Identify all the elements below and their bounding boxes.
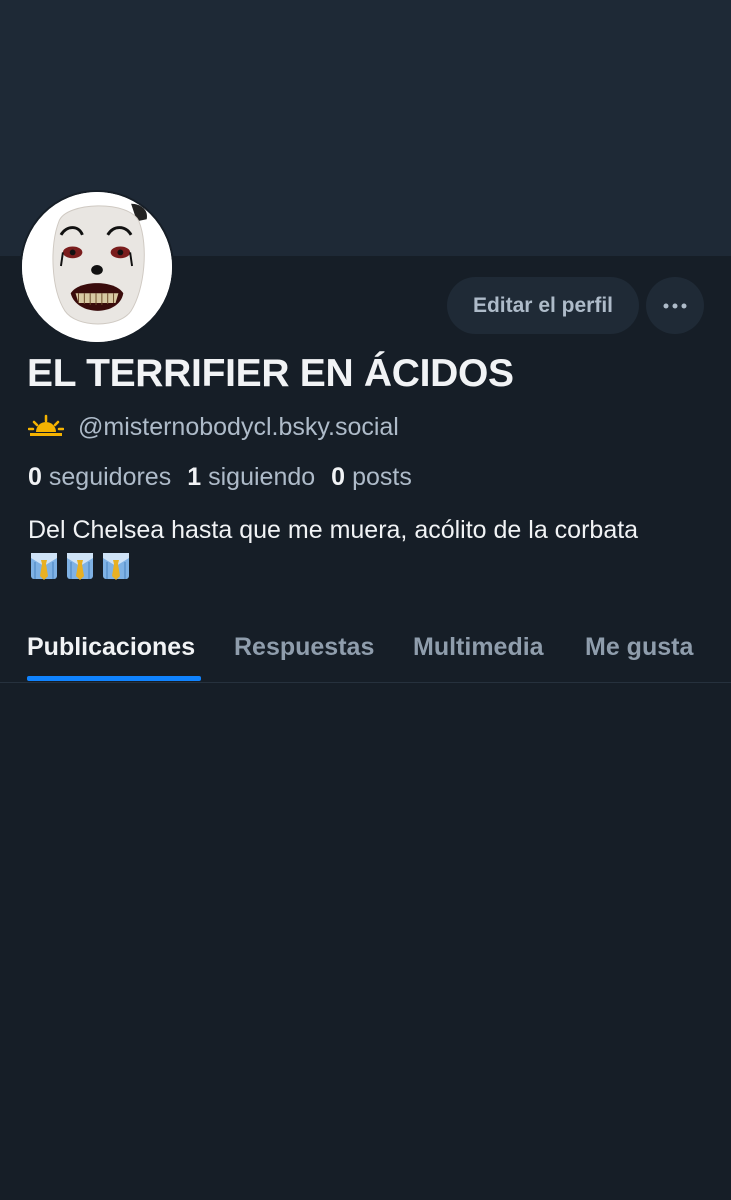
followers-stat[interactable]: 0 seguidores [28,463,171,492]
following-count: 1 [187,462,202,491]
profile-tabs: Publicaciones Respuestas Multimedia Me g… [0,612,731,683]
posts-stat: 0 posts [331,463,412,492]
tab-multimedia[interactable]: Multimedia [413,612,544,682]
profile-bio: Del Chelsea hasta que me muera, acólito … [28,513,718,582]
profile-stats: 0 seguidores 1 siguiendo 0 posts [28,460,412,494]
handle-row: @misternobodycl.bsky.social [28,410,399,444]
more-dots-icon [663,303,687,308]
sunrise-icon [28,414,64,436]
followers-count: 0 [28,462,42,491]
posts-label: posts [352,462,412,491]
bio-emoji-row [28,550,718,582]
profile-display-name: EL TERRIFIER EN ÁCIDOS [27,352,514,395]
necktie-shirt-icon [67,553,93,580]
tab-publicaciones[interactable]: Publicaciones [27,612,195,682]
necktie-shirt-icon [103,553,129,580]
tab-me-gusta[interactable]: Me gusta [585,612,693,682]
following-stat[interactable]: 1 siguiendo [187,463,315,492]
profile-handle[interactable]: @misternobodycl.bsky.social [78,413,399,442]
more-options-button[interactable] [646,277,704,334]
tab-respuestas[interactable]: Respuestas [234,612,374,682]
clown-mask-avatar-image [22,192,172,342]
edit-profile-button[interactable]: Editar el perfil [447,277,639,334]
followers-label: seguidores [48,462,172,491]
bio-text: Del Chelsea hasta que me muera, acólito … [28,516,639,544]
profile-avatar[interactable] [20,190,174,344]
posts-count: 0 [331,462,346,491]
necktie-shirt-icon [31,553,57,580]
following-label: siguiendo [208,462,316,491]
active-tab-indicator [27,676,201,681]
